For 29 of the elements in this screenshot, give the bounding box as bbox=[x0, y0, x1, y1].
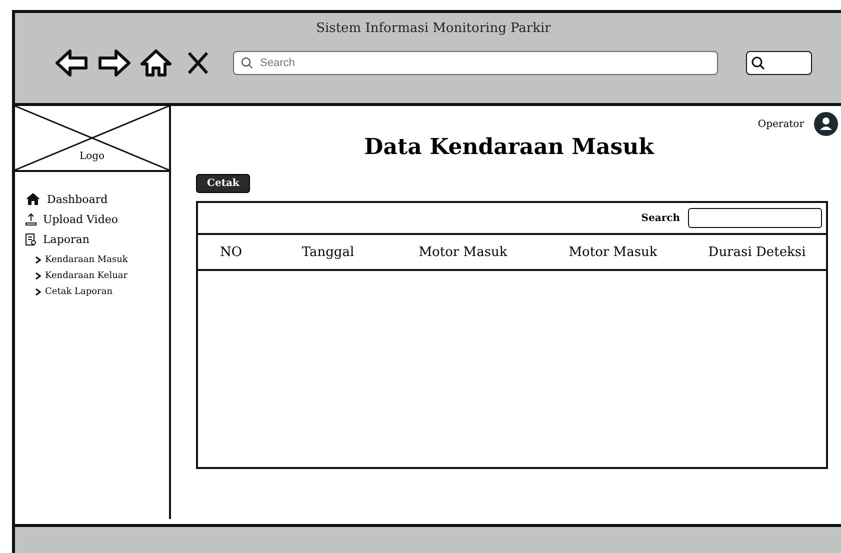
sidebar-subitem[interactable]: Kendaraan Keluar bbox=[35, 271, 169, 281]
sidebar-item[interactable]: Laporan bbox=[25, 233, 169, 246]
user-name: Operator bbox=[758, 118, 804, 130]
search-field[interactable]: Search bbox=[233, 51, 718, 75]
back-icon[interactable] bbox=[55, 48, 89, 78]
search-icon bbox=[751, 56, 765, 70]
upload-icon bbox=[25, 213, 37, 226]
sidebar-item[interactable]: Dashboard bbox=[25, 192, 169, 206]
forward-icon[interactable] bbox=[97, 48, 131, 78]
search-icon bbox=[241, 57, 253, 69]
window-title: Sistem Informasi Monitoring Parkir bbox=[316, 21, 551, 36]
table-search-field[interactable] bbox=[688, 208, 822, 228]
sidebar-subitem[interactable]: Cetak Laporan bbox=[35, 287, 169, 297]
column-header: NO bbox=[219, 244, 244, 260]
page-title: Data Kendaraan Masuk bbox=[363, 134, 656, 160]
column-header: Tanggal bbox=[300, 244, 356, 260]
sidebar-subitem[interactable]: Kendaraan Masuk bbox=[35, 255, 169, 265]
search-label: Search bbox=[641, 212, 680, 224]
column-header: Motor Masuk bbox=[418, 244, 508, 260]
home-icon[interactable] bbox=[139, 48, 173, 78]
home-icon bbox=[25, 192, 41, 206]
print-button[interactable]: Cetak bbox=[196, 174, 250, 193]
sidebar-item[interactable]: Upload Video bbox=[25, 213, 169, 226]
column-header: Motor Masuk bbox=[568, 244, 658, 260]
column-header: Durasi Deteksi bbox=[707, 244, 807, 260]
logo-label: Logo bbox=[79, 151, 105, 162]
user-avatar-icon[interactable] bbox=[814, 112, 838, 136]
report-icon bbox=[25, 233, 37, 246]
search-button[interactable] bbox=[746, 51, 812, 75]
